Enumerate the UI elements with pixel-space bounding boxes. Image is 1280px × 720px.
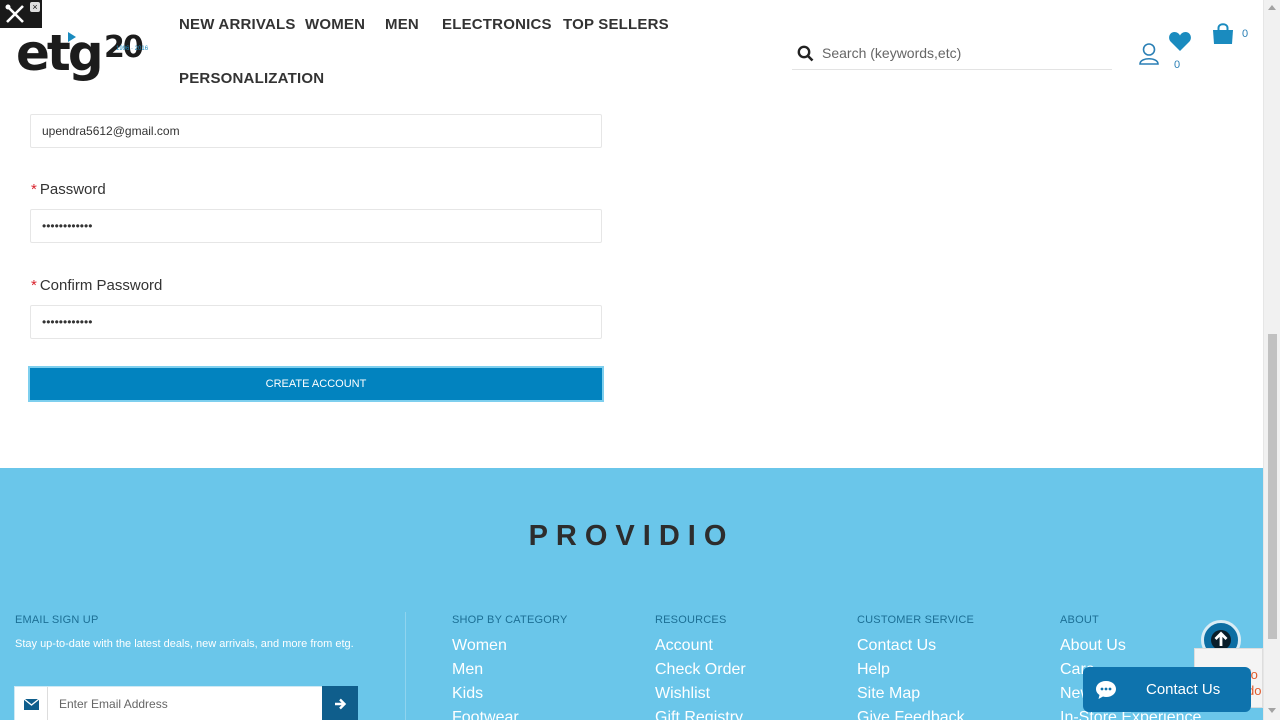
newsletter-form bbox=[14, 686, 358, 720]
customer-service-heading: CUSTOMER SERVICE bbox=[857, 614, 975, 626]
footer-link-about-us[interactable]: About Us bbox=[1060, 637, 1126, 655]
chat-bubble-icon bbox=[1096, 681, 1116, 699]
footer-link-men[interactable]: Men bbox=[452, 661, 483, 679]
footer-link-give-feedback[interactable]: Give Feedback bbox=[857, 709, 965, 720]
nav-top-sellers[interactable]: TOP SELLERS bbox=[563, 16, 669, 33]
page-scrollbar[interactable] bbox=[1263, 0, 1280, 720]
search-icon[interactable] bbox=[797, 45, 814, 62]
tools-overlay[interactable]: × bbox=[0, 0, 42, 28]
email-field[interactable] bbox=[30, 114, 602, 148]
password-field[interactable] bbox=[30, 209, 602, 243]
search-bar bbox=[792, 36, 1112, 70]
shop-by-category-heading: SHOP BY CATEGORY bbox=[452, 614, 568, 626]
footer-brand: PROVIDIO bbox=[528, 520, 735, 552]
nav-personalization[interactable]: PERSONALIZATION bbox=[179, 70, 324, 87]
chat-widget-label: Contact Us bbox=[1146, 681, 1221, 698]
about-heading: ABOUT bbox=[1060, 614, 1099, 626]
footer-link-wishlist[interactable]: Wishlist bbox=[655, 685, 710, 703]
cart-count: 0 bbox=[1242, 28, 1249, 40]
scroll-up-arrow[interactable] bbox=[1268, 5, 1276, 10]
footer-link-footwear[interactable]: Footwear bbox=[452, 709, 519, 720]
scroll-down-arrow[interactable] bbox=[1268, 708, 1276, 713]
signup-text: Stay up-to-date with the latest deals, n… bbox=[15, 638, 354, 650]
footer-link-gift-registry[interactable]: Gift Registry bbox=[655, 709, 743, 720]
scroll-thumb[interactable] bbox=[1268, 334, 1277, 639]
newsletter-submit-button[interactable] bbox=[322, 686, 358, 720]
confirm-password-label: * Confirm Password bbox=[31, 277, 162, 294]
footer-link-account[interactable]: Account bbox=[655, 637, 713, 655]
user-icon[interactable] bbox=[1138, 42, 1160, 66]
footer-link-check-order[interactable]: Check Order bbox=[655, 661, 746, 679]
required-mark: * bbox=[31, 181, 37, 198]
shopping-bag-icon[interactable] bbox=[1212, 22, 1234, 46]
logo-play-icon bbox=[68, 32, 76, 42]
wishlist-count: 0 bbox=[1174, 59, 1181, 71]
arrow-right-icon bbox=[335, 698, 347, 710]
footer-divider bbox=[405, 612, 406, 720]
tools-icon[interactable] bbox=[4, 4, 26, 24]
create-account-button[interactable]: CREATE ACCOUNT bbox=[28, 366, 604, 402]
newsletter-email-input[interactable] bbox=[59, 687, 321, 720]
confirm-password-field[interactable] bbox=[30, 305, 602, 339]
required-mark: * bbox=[31, 277, 37, 294]
envelope-icon bbox=[15, 687, 48, 720]
resources-heading: RESOURCES bbox=[655, 614, 727, 626]
nav-new-arrivals[interactable]: NEW ARRIVALS bbox=[179, 16, 296, 33]
search-input[interactable] bbox=[822, 36, 1107, 69]
site-header: × etg 20 1996 · 2016 NEW ARRIVALS WOMEN … bbox=[0, 0, 1263, 110]
footer-link-contact-us[interactable]: Contact Us bbox=[857, 637, 936, 655]
heart-icon[interactable] bbox=[1168, 30, 1192, 52]
footer-link-site-map[interactable]: Site Map bbox=[857, 685, 920, 703]
password-label: * Password bbox=[31, 181, 106, 198]
signup-heading: EMAIL SIGN UP bbox=[15, 614, 99, 626]
nav-women[interactable]: WOMEN bbox=[305, 16, 365, 33]
logo-text: etg bbox=[16, 24, 104, 82]
footer-link-women[interactable]: Women bbox=[452, 637, 507, 655]
site-logo[interactable]: etg 20 1996 · 2016 bbox=[16, 22, 151, 84]
footer-link-kids[interactable]: Kids bbox=[452, 685, 483, 703]
nav-men[interactable]: MEN bbox=[385, 16, 419, 33]
footer-link-help[interactable]: Help bbox=[857, 661, 890, 679]
nav-electronics[interactable]: ELECTRONICS bbox=[442, 16, 552, 33]
chat-widget-button[interactable]: Contact Us bbox=[1083, 667, 1251, 712]
confirm-password-label-text: Confirm Password bbox=[39, 277, 163, 294]
logo-years: 1996 · 2016 bbox=[116, 46, 149, 52]
password-label-text: Password bbox=[39, 181, 106, 198]
site-footer: PROVIDIO EMAIL SIGN UP Stay up-to-date w… bbox=[0, 468, 1263, 720]
close-icon[interactable]: × bbox=[30, 2, 40, 12]
